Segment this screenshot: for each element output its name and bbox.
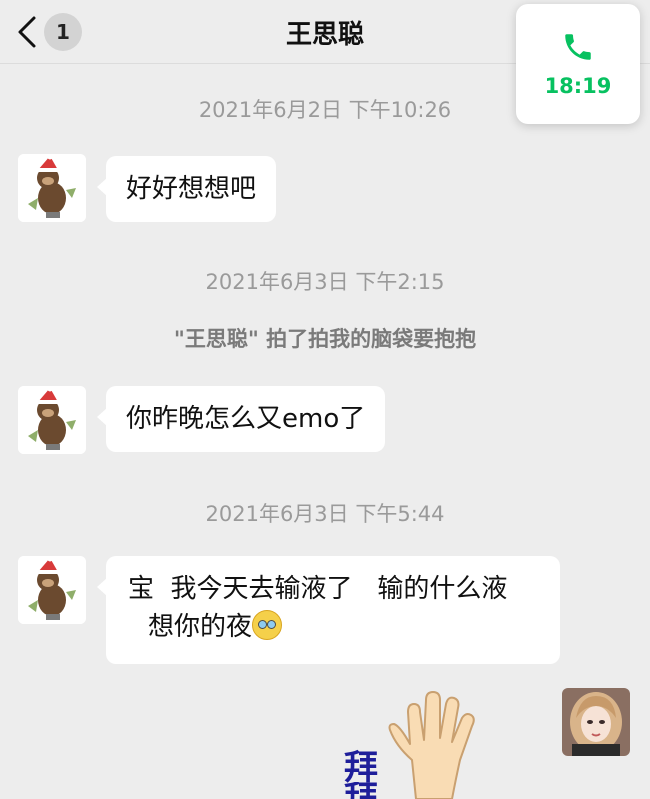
message-text: 想你的夜: [148, 612, 253, 642]
message-timestamp: 2021年6月3日 下午5:44: [205, 502, 445, 526]
contact-avatar[interactable]: [18, 556, 86, 624]
message-bubble[interactable]: 宝 我今天去输液了 输的什么液 想你的夜: [97, 556, 560, 664]
message-text: 宝 我今天去输液了 输的什么液: [128, 574, 508, 604]
pat-system-message: "王思聪" 拍了拍我的脑袋要抱抱: [173, 327, 477, 351]
message-timestamp: 2021年6月3日 下午2:15: [205, 270, 445, 294]
phone-icon: [565, 34, 591, 60]
message-bubble[interactable]: 好好想想吧: [96, 156, 277, 222]
message-bubble[interactable]: 你昨晚怎么又emo了: [96, 386, 386, 452]
waving-hand-icon: [388, 691, 475, 799]
contact-avatar[interactable]: [18, 154, 86, 222]
contact-avatar[interactable]: [18, 386, 86, 454]
message-text: 你昨晚怎么又emo了: [126, 404, 366, 434]
message-text-line2-wrap: 想你的夜: [128, 608, 540, 646]
message-timestamp: 2021年6月2日 下午10:26: [198, 98, 452, 122]
sticker-text-2: 拜: [344, 782, 378, 799]
teary-face-emoji-icon: [252, 610, 283, 640]
message-text: 好好想想吧: [126, 174, 257, 204]
wave-sticker[interactable]: 拜 拜: [330, 690, 490, 799]
my-avatar[interactable]: [562, 688, 630, 756]
